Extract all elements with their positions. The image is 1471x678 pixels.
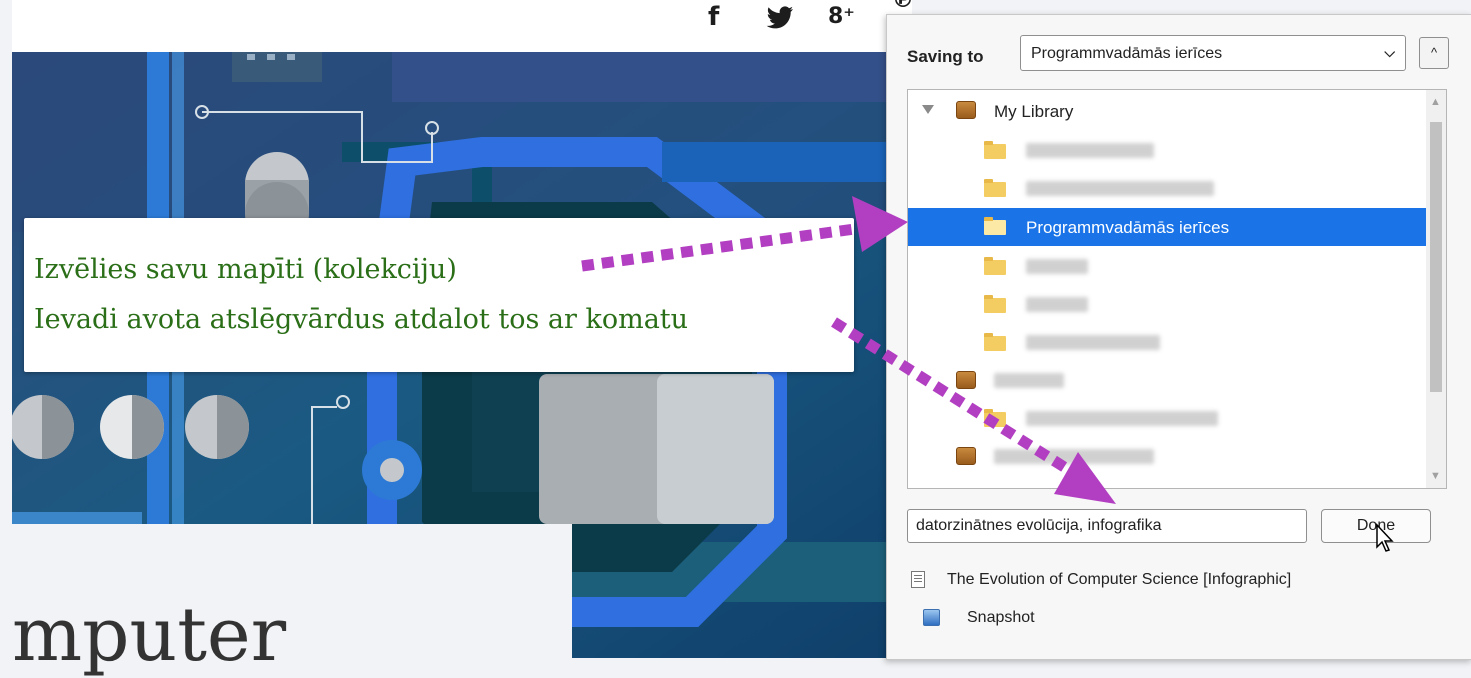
document-icon	[911, 571, 925, 588]
collapse-button[interactable]: ^	[1419, 37, 1449, 69]
tree-item-group-library[interactable]	[908, 362, 1427, 400]
saved-item-title: The Evolution of Computer Science [Infog…	[947, 571, 1292, 588]
twitter-icon[interactable]	[764, 6, 794, 30]
collection-select-value: Programmvadāmās ierīces	[1031, 45, 1223, 62]
blurred-collection-name	[1026, 181, 1214, 196]
tree-item-selected-collection[interactable]: Programmvadāmās ierīces	[908, 208, 1427, 246]
tree-item-collection[interactable]	[908, 132, 1427, 170]
expand-twisty-icon[interactable]	[922, 105, 934, 114]
tags-input[interactable]: datorzinātnes evolūcija, infografika	[907, 509, 1307, 543]
mouse-cursor-icon	[1376, 523, 1394, 552]
saved-attachment-title: Snapshot	[967, 609, 1035, 626]
folder-icon	[984, 179, 1006, 197]
tree-scrollbar[interactable]: ▲ ▼	[1426, 90, 1446, 488]
collection-select[interactable]: Programmvadāmās ierīces ⌵	[1020, 35, 1406, 71]
group-library-icon	[956, 447, 976, 465]
folder-icon	[984, 257, 1006, 275]
blurred-library-name	[994, 373, 1064, 388]
group-library-icon	[956, 371, 976, 389]
scrollbar-thumb[interactable]	[1430, 122, 1442, 392]
tree-item-label: Programmvadāmās ierīces	[1026, 218, 1230, 237]
collection-tree[interactable]: My Library Programmvadāmās ierīces ▲ ▼	[907, 89, 1447, 489]
blurred-collection-name	[1026, 259, 1088, 274]
save-to-zotero-popup: Saving to Programmvadāmās ierīces ⌵ ^ My…	[886, 14, 1471, 660]
blurred-collection-name	[1026, 335, 1160, 350]
article-title: mputer	[12, 592, 287, 678]
tree-item-collection[interactable]	[908, 170, 1427, 208]
instruction-line-1: Izvēlies savu mapīti (kolekciju)	[34, 254, 457, 285]
saving-to-label: Saving to	[907, 47, 984, 66]
blurred-library-name	[994, 449, 1154, 464]
tree-item-collection[interactable]	[908, 400, 1427, 438]
blurred-collection-name	[1026, 411, 1218, 426]
tree-item-collection[interactable]	[908, 248, 1427, 286]
instruction-line-2: Ievadi avota atslēgvārdus atdalot tos ar…	[34, 304, 689, 335]
folder-icon	[984, 217, 1006, 235]
library-icon	[956, 101, 976, 119]
tree-item-my-library[interactable]: My Library	[908, 92, 1427, 130]
folder-icon	[984, 141, 1006, 159]
google-plus-icon[interactable]: 8⁺	[828, 4, 855, 29]
blurred-collection-name	[1026, 297, 1088, 312]
tree-item-group-library[interactable]	[908, 438, 1427, 476]
tree-item-collection[interactable]	[908, 324, 1427, 362]
snapshot-icon	[923, 609, 940, 626]
chevron-down-icon: ⌵	[1384, 44, 1395, 60]
folder-icon	[984, 295, 1006, 313]
blurred-collection-name	[1026, 143, 1154, 158]
facebook-icon[interactable]: f	[708, 2, 719, 32]
folder-icon	[984, 333, 1006, 351]
pinterest-icon[interactable]: ℗	[892, 0, 914, 13]
scroll-up-icon[interactable]: ▲	[1430, 96, 1441, 108]
folder-icon	[984, 409, 1006, 427]
instruction-callout: Izvēlies savu mapīti (kolekciju) Ievadi …	[24, 218, 854, 372]
tree-item-label: My Library	[994, 102, 1074, 121]
tree-item-collection[interactable]	[908, 286, 1427, 324]
scroll-down-icon[interactable]: ▼	[1430, 470, 1441, 482]
